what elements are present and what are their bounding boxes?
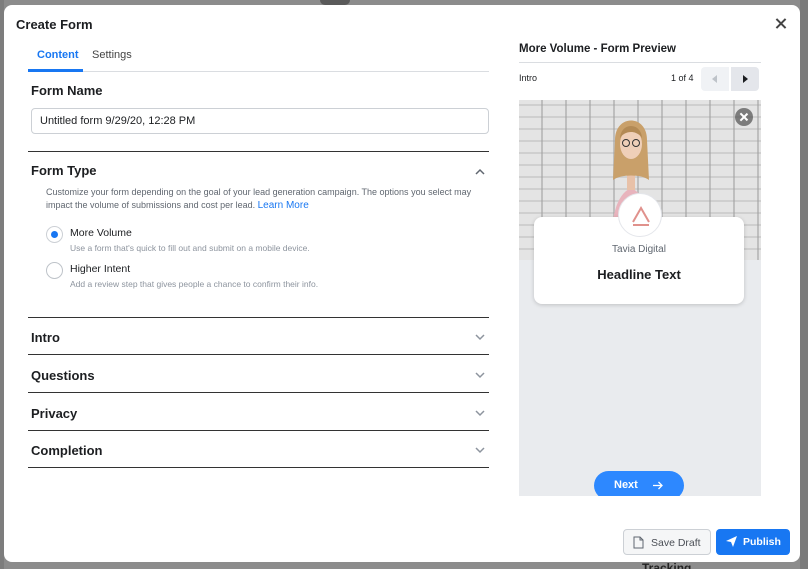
chevron-down-icon [473,368,487,382]
divider [519,62,761,63]
preview-page-indicator: 1 of 4 [671,73,694,83]
form-name-input[interactable] [31,108,489,134]
form-type-heading: Form Type [31,163,97,178]
section-privacy[interactable]: Privacy [28,394,489,431]
preview-title: More Volume - Form Preview [519,43,676,55]
headline-text: Headline Text [597,267,681,282]
chevron-down-icon [473,330,487,344]
caret-right-icon [743,75,748,83]
create-form-dialog: Create Form Content Settings Form Name F… [4,5,800,562]
option-label: More Volume [70,227,132,239]
section-questions-title: Questions [31,368,95,383]
company-name: Tavia Digital [612,244,666,255]
previous-page-button[interactable] [701,67,729,91]
option-label: Higher Intent [70,263,131,275]
chevron-down-icon [473,443,487,457]
divider [28,151,489,152]
close-icon[interactable] [735,108,753,126]
radio-more-volume[interactable] [46,226,63,243]
section-completion-title: Completion [31,443,103,458]
divider [28,354,489,355]
section-intro-title: Intro [31,330,60,345]
intro-card: Tavia Digital Headline Text [534,193,744,304]
form-type-description: Customize your form depending on the goa… [46,186,486,212]
publish-label: Publish [743,536,781,548]
background-tracking-label: Tracking [642,561,692,569]
section-questions[interactable]: Questions [28,356,489,393]
document-icon [633,536,644,549]
option-description: Add a review step that gives people a ch… [70,279,319,289]
preview-step-label: Intro [519,73,538,83]
tab-bar: Content Settings [28,45,489,72]
logo-icon [632,205,650,226]
active-tab-indicator [28,69,83,72]
form-name-heading: Form Name [31,83,103,98]
publish-button[interactable]: Publish [716,529,790,555]
section-intro[interactable]: Intro [28,318,489,355]
chevron-up-icon[interactable] [473,165,487,179]
form-preview-phone: Tavia Digital Headline Text Next [519,100,761,496]
next-label: Next [614,479,638,491]
divider [28,392,489,393]
close-icon[interactable] [772,15,790,33]
divider [28,467,489,468]
learn-more-link[interactable]: Learn More [258,200,309,211]
next-page-button[interactable] [731,67,759,91]
dialog-title: Create Form [16,17,93,32]
chevron-down-icon [473,406,487,420]
arrow-right-icon [653,481,663,490]
company-logo [618,193,662,237]
radio-higher-intent[interactable] [46,262,63,279]
section-completion[interactable]: Completion [28,431,489,468]
tab-settings[interactable]: Settings [92,49,132,67]
background-right-strip [800,0,808,569]
tab-content[interactable]: Content [37,49,79,67]
section-privacy-title: Privacy [31,406,78,421]
preview-next-button[interactable]: Next [594,471,684,496]
send-icon [726,536,737,547]
caret-left-icon [712,75,717,83]
save-draft-button[interactable]: Save Draft [623,529,711,555]
option-description: Use a form that's quick to fill out and … [70,243,310,253]
save-draft-label: Save Draft [651,537,701,549]
